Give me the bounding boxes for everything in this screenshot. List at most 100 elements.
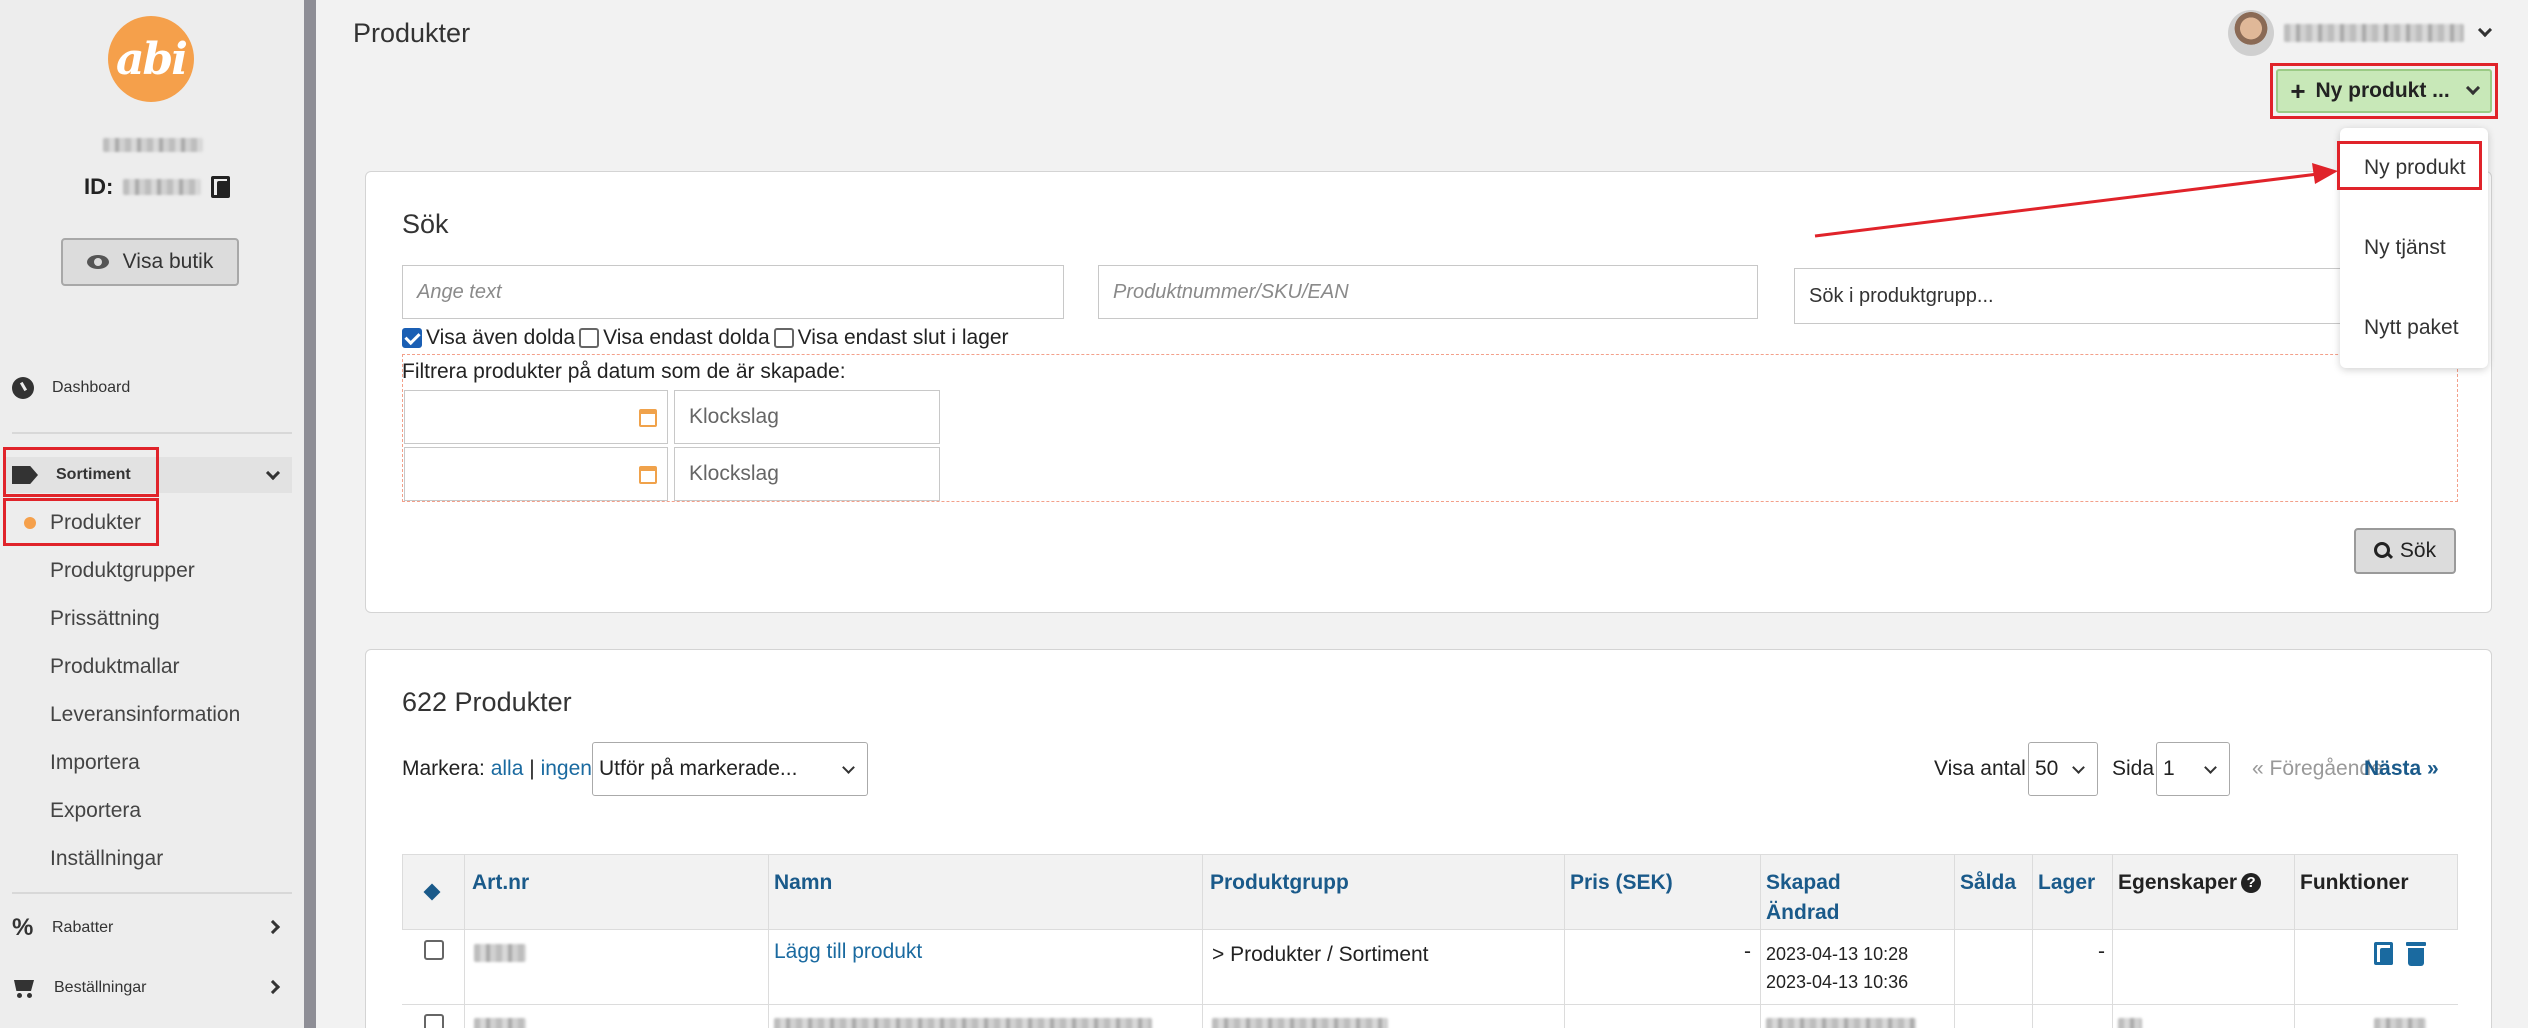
column-header-produktgrupp[interactable]: Produktgrupp xyxy=(1210,868,1349,898)
products-title: 622 Produkter xyxy=(402,687,572,717)
user-name-redacted xyxy=(2284,24,2464,42)
column-header-skapad[interactable]: Skapad xyxy=(1766,868,1841,898)
nav-leveransinformation[interactable]: Leveransinformation xyxy=(50,697,240,733)
date-to-input[interactable] xyxy=(404,447,668,501)
menu-item-nytt-paket[interactable]: Nytt paket xyxy=(2364,316,2459,340)
search-icon xyxy=(2373,542,2392,560)
date-from-input[interactable] xyxy=(404,390,668,444)
show-count-label: Visa antal xyxy=(1934,757,2026,780)
bulk-action-select[interactable]: Utför på markerade... xyxy=(592,742,868,796)
column-divider xyxy=(1564,854,1565,1028)
row-checkbox[interactable] xyxy=(424,1014,444,1028)
modified-cell: 2023-04-13 10:36 xyxy=(1766,972,1909,992)
time-to-input[interactable]: Klockslag xyxy=(674,447,940,501)
next-page-link[interactable]: Nästa » xyxy=(2364,757,2439,781)
nav-bestallningar[interactable]: Beställningar xyxy=(12,970,147,1006)
artnr-redacted xyxy=(474,1018,526,1028)
chevron-down-icon xyxy=(2477,22,2493,38)
products-table: Art.nr Namn Produktgrupp Pris (SEK) Skap… xyxy=(402,854,2458,1028)
time-from-input[interactable]: Klockslag xyxy=(674,390,940,444)
cart-icon xyxy=(12,978,36,998)
percent-icon: % xyxy=(12,914,34,941)
column-header-andrad[interactable]: Ändrad xyxy=(1766,898,1840,928)
nav-dashboard[interactable]: Dashboard xyxy=(12,370,130,406)
avatar xyxy=(2228,10,2274,56)
column-divider xyxy=(464,854,465,1028)
shop-id-row: ID: xyxy=(84,174,231,200)
properties-redacted xyxy=(2118,1018,2142,1028)
dashboard-icon xyxy=(12,377,34,399)
mark-selector: Markera: alla | ingen xyxy=(402,757,592,780)
view-shop-button[interactable]: Visa butik xyxy=(61,238,239,286)
price-cell: - xyxy=(1744,940,1751,963)
nav-produktgrupper[interactable]: Produktgrupper xyxy=(50,553,195,589)
page-select[interactable]: 1 xyxy=(2156,742,2230,796)
nav-rabatter[interactable]: % Rabatter xyxy=(12,910,113,946)
sidebar: abi ID: Visa butik Dashboard Sortiment P… xyxy=(0,0,316,1028)
nav-importera[interactable]: Importera xyxy=(50,745,140,781)
only-hidden-checkbox[interactable] xyxy=(579,328,600,348)
column-divider xyxy=(1202,854,1203,1028)
search-button[interactable]: Sök xyxy=(2354,528,2456,574)
shop-id-label: ID: xyxy=(84,174,114,199)
product-name-link[interactable]: Lägg till produkt xyxy=(774,940,922,964)
shop-id-redacted xyxy=(123,179,202,195)
mark-none-link[interactable]: ingen xyxy=(541,757,592,780)
calendar-icon[interactable] xyxy=(639,409,657,427)
column-header-namn[interactable]: Namn xyxy=(774,868,832,898)
nav-sortiment[interactable]: Sortiment xyxy=(12,457,131,493)
column-header-funktioner: Funktioner xyxy=(2300,871,2409,894)
chevron-right-icon[interactable] xyxy=(265,919,281,935)
product-group-redacted xyxy=(1212,1018,1388,1028)
page-title: Produkter xyxy=(353,18,471,48)
checkbox-row: Visa även dolda Visa endast dolda Visa e… xyxy=(402,326,1009,350)
duplicate-icon[interactable] xyxy=(2374,942,2394,966)
product-group-select[interactable]: Sök i produktgrupp... xyxy=(1794,268,2354,324)
eye-icon xyxy=(86,255,109,269)
chevron-down-icon xyxy=(2072,761,2085,774)
calendar-icon[interactable] xyxy=(639,466,657,484)
search-text-input[interactable]: Ange text xyxy=(402,265,1064,319)
nav-produktmallar[interactable]: Produktmallar xyxy=(50,649,180,685)
nav-exportera[interactable]: Exportera xyxy=(50,793,141,829)
active-dot-icon xyxy=(24,517,36,529)
column-header-lager[interactable]: Lager xyxy=(2038,868,2095,898)
chevron-right-icon[interactable] xyxy=(265,979,281,995)
nav-produkter[interactable]: Produkter xyxy=(24,505,141,541)
chevron-down-icon xyxy=(2204,761,2217,774)
shop-name-redacted xyxy=(103,138,203,152)
menu-item-ny-produkt[interactable]: Ny produkt xyxy=(2364,156,2466,180)
trash-icon[interactable] xyxy=(2406,942,2426,966)
copy-icon[interactable] xyxy=(211,176,231,198)
row-checkbox[interactable] xyxy=(424,940,444,960)
only-out-of-stock-checkbox[interactable] xyxy=(773,328,794,348)
new-product-dropdown-button[interactable]: + Ny produkt ... xyxy=(2276,69,2492,113)
plus-icon: + xyxy=(2290,76,2306,106)
help-icon[interactable]: ? xyxy=(2241,873,2262,894)
column-divider xyxy=(768,854,769,1028)
brand-logo[interactable]: abi xyxy=(108,16,194,102)
product-name-redacted xyxy=(774,1018,1152,1028)
column-header-egenskaper: Egenskaper? xyxy=(2118,868,2262,898)
nav-prissattning[interactable]: Prissättning xyxy=(50,601,160,637)
sku-input[interactable]: Produktnummer/SKU/EAN xyxy=(1098,265,1758,319)
artnr-redacted xyxy=(474,944,526,962)
user-menu[interactable] xyxy=(2228,10,2493,56)
column-divider xyxy=(1760,854,1761,1028)
mark-all-link[interactable]: alla xyxy=(491,757,524,780)
menu-item-ny-tjanst[interactable]: Ny tjänst xyxy=(2364,236,2446,260)
column-header-artnr[interactable]: Art.nr xyxy=(472,868,529,898)
show-hidden-checkbox[interactable] xyxy=(402,328,422,348)
show-count-select[interactable]: 50 xyxy=(2028,742,2098,796)
column-divider xyxy=(2032,854,2033,1028)
new-product-menu: Ny produkt Ny tjänst Nytt paket xyxy=(2340,128,2488,368)
nav-installningar[interactable]: Inställningar xyxy=(50,841,163,877)
column-divider xyxy=(2294,854,2295,1028)
column-header-pris[interactable]: Pris (SEK) xyxy=(1570,868,1673,898)
product-group-cell: > Produkter / Sortiment xyxy=(1212,943,1429,966)
chevron-down-icon xyxy=(842,761,855,774)
tags-icon xyxy=(12,466,38,484)
search-title: Sök xyxy=(402,209,449,239)
column-divider xyxy=(2112,854,2113,1028)
column-header-salda[interactable]: Sålda xyxy=(1960,868,2016,898)
